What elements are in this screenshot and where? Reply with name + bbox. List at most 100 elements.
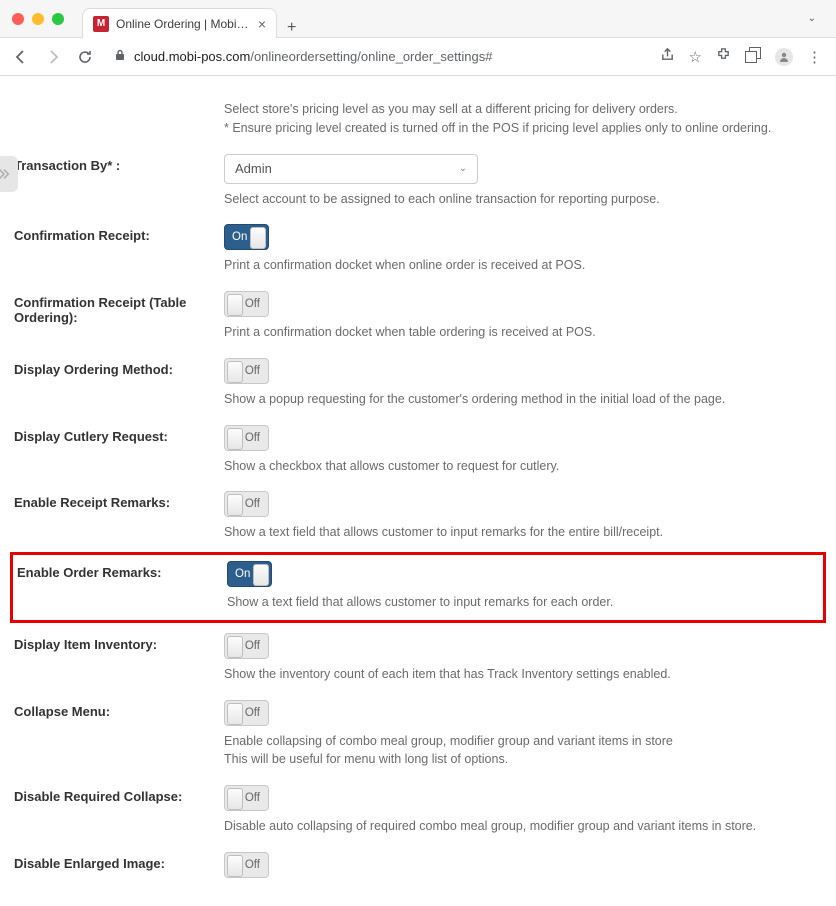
favicon-icon: M [93, 16, 109, 32]
maximize-window-button[interactable] [52, 13, 64, 25]
toggle-knob [253, 564, 269, 586]
control-col: Off Print a confirmation docket when tabl… [224, 291, 822, 342]
control-col: Select store's pricing level as you may … [224, 94, 822, 138]
control-col: On Show a text field that allows customer… [227, 561, 819, 612]
share-icon[interactable] [660, 47, 675, 66]
row-label: Confirmation Receipt: [14, 224, 214, 275]
toggle-label: Off [245, 298, 260, 310]
url-text: cloud.mobi-pos.com/onlineordersetting/on… [134, 49, 492, 64]
new-tab-button[interactable]: + [287, 19, 296, 37]
side-drawer-handle[interactable] [0, 156, 18, 192]
chevron-down-icon: ⌄ [459, 163, 467, 174]
toolbar-actions: ☆ ⋮ [660, 47, 826, 67]
extensions-icon[interactable] [716, 47, 731, 66]
toggle-knob [227, 788, 243, 810]
toggle-label: Off [245, 859, 260, 871]
toggle-switch[interactable]: On [227, 561, 272, 587]
row-label: Enable Receipt Remarks: [14, 491, 214, 542]
toggle-knob [227, 703, 243, 725]
minimize-window-button[interactable] [32, 13, 44, 25]
toggle-knob [227, 294, 243, 316]
help-text: Select account to be assigned to each on… [224, 190, 822, 209]
row-label: Enable Order Remarks: [17, 561, 217, 612]
tab-strip: M Online Ordering | MobiPOS × + [82, 0, 296, 37]
row-label: Display Ordering Method: [14, 358, 214, 409]
reload-button[interactable] [74, 46, 96, 68]
toggle-switch[interactable]: Off [224, 700, 269, 726]
tab-title: Online Ordering | MobiPOS [116, 17, 251, 31]
setting-row: Display Ordering Method:OffShow a popup … [0, 350, 836, 417]
control-col: On Print a confirmation docket when onlin… [224, 224, 822, 275]
setting-row: Display Cutlery Request: Off Show a checkb… [0, 417, 836, 484]
back-button[interactable] [10, 46, 32, 68]
page-content: Select store's pricing level as you may … [0, 76, 836, 906]
control-col: OffShow a popup requesting for the custo… [224, 358, 822, 409]
toggle-switch[interactable]: On [224, 224, 269, 250]
control-col: Admin ⌄ Select account to be assigned to e… [224, 154, 822, 209]
pricing-level-help-row: Select store's pricing level as you may … [0, 86, 836, 146]
toggle-knob [227, 855, 243, 877]
select-value: Admin [235, 161, 272, 176]
row-label: Transaction By* : [14, 154, 214, 209]
toggle-switch[interactable]: Off [224, 491, 269, 517]
setting-row: Display Item Inventory: Off Show the inven… [0, 625, 836, 692]
help-text: Select store's pricing level as you may … [224, 100, 822, 138]
setting-row: Disable Required Collapse: Off Disable aut… [0, 777, 836, 844]
setting-row: Confirmation Receipt (Table Ordering):Of… [0, 283, 836, 350]
forward-button[interactable] [42, 46, 64, 68]
setting-row: Enable Order Remarks: On Show a text field… [10, 552, 826, 623]
toggle-label: Off [245, 498, 260, 510]
toggle-switch[interactable]: Off [224, 291, 269, 317]
setting-row: Collapse Menu: Off Enable collapsing of co… [0, 692, 836, 778]
bookmark-star-icon[interactable]: ☆ [689, 48, 702, 66]
panel-icon[interactable] [745, 47, 761, 67]
toggle-knob [227, 361, 243, 383]
setting-row: Disable Enlarged Image: Off [0, 844, 836, 886]
row-label [14, 94, 214, 138]
toggle-label: On [235, 568, 250, 580]
row-label: Display Item Inventory: [14, 633, 214, 684]
toggle-knob [227, 428, 243, 450]
kebab-menu-icon[interactable]: ⋮ [807, 48, 822, 66]
toggle-label: Off [245, 365, 260, 377]
setting-row: Confirmation Receipt: On Print a confirmat… [0, 216, 836, 283]
toggle-label: Off [245, 432, 260, 444]
toggle-switch[interactable]: Off [224, 785, 269, 811]
help-text: Show a checkbox that allows customer to … [224, 457, 822, 476]
control-col: Off [224, 852, 822, 878]
toggle-switch[interactable]: Off [224, 852, 269, 878]
row-label: Disable Enlarged Image: [14, 852, 214, 878]
toggle-switch[interactable]: Off [224, 425, 269, 451]
toggle-knob [227, 636, 243, 658]
toggle-label: Off [245, 792, 260, 804]
toggle-knob [227, 494, 243, 516]
help-text: Disable auto collapsing of required comb… [224, 817, 822, 836]
lock-icon [114, 49, 126, 64]
help-text: Show the inventory count of each item th… [224, 665, 822, 684]
toggle-switch[interactable]: Off [224, 358, 269, 384]
close-tab-icon[interactable]: × [258, 16, 266, 32]
toggle-switch[interactable]: Off [224, 633, 269, 659]
control-col: Off Show a text field that allows custome… [224, 491, 822, 542]
row-label: Confirmation Receipt (Table Ordering): [14, 291, 214, 342]
row-label: Display Cutlery Request: [14, 425, 214, 476]
help-text: Enable collapsing of combo meal group, m… [224, 732, 822, 770]
toggle-label: Off [245, 640, 260, 652]
control-col: Off Disable auto collapsing of required c… [224, 785, 822, 836]
profile-avatar-icon[interactable] [775, 48, 793, 66]
address-bar[interactable]: cloud.mobi-pos.com/onlineordersetting/on… [106, 49, 650, 64]
tab-list-dropdown-icon[interactable]: ⌄ [808, 13, 816, 24]
help-text: Show a text field that allows customer t… [224, 523, 822, 542]
transaction-by-select[interactable]: Admin ⌄ [224, 154, 478, 184]
title-bar: M Online Ordering | MobiPOS × + ⌄ [0, 0, 836, 38]
browser-chrome: M Online Ordering | MobiPOS × + ⌄ cloud.… [0, 0, 836, 76]
help-text: Print a confirmation docket when online … [224, 256, 822, 275]
browser-tab[interactable]: M Online Ordering | MobiPOS × [82, 8, 277, 38]
help-text: Show a text field that allows customer t… [227, 593, 819, 612]
toggle-label: Off [245, 707, 260, 719]
help-text: Print a confirmation docket when table o… [224, 323, 822, 342]
row-label: Collapse Menu: [14, 700, 214, 770]
close-window-button[interactable] [12, 13, 24, 25]
toggle-label: On [232, 231, 247, 243]
row-label: Disable Required Collapse: [14, 785, 214, 836]
